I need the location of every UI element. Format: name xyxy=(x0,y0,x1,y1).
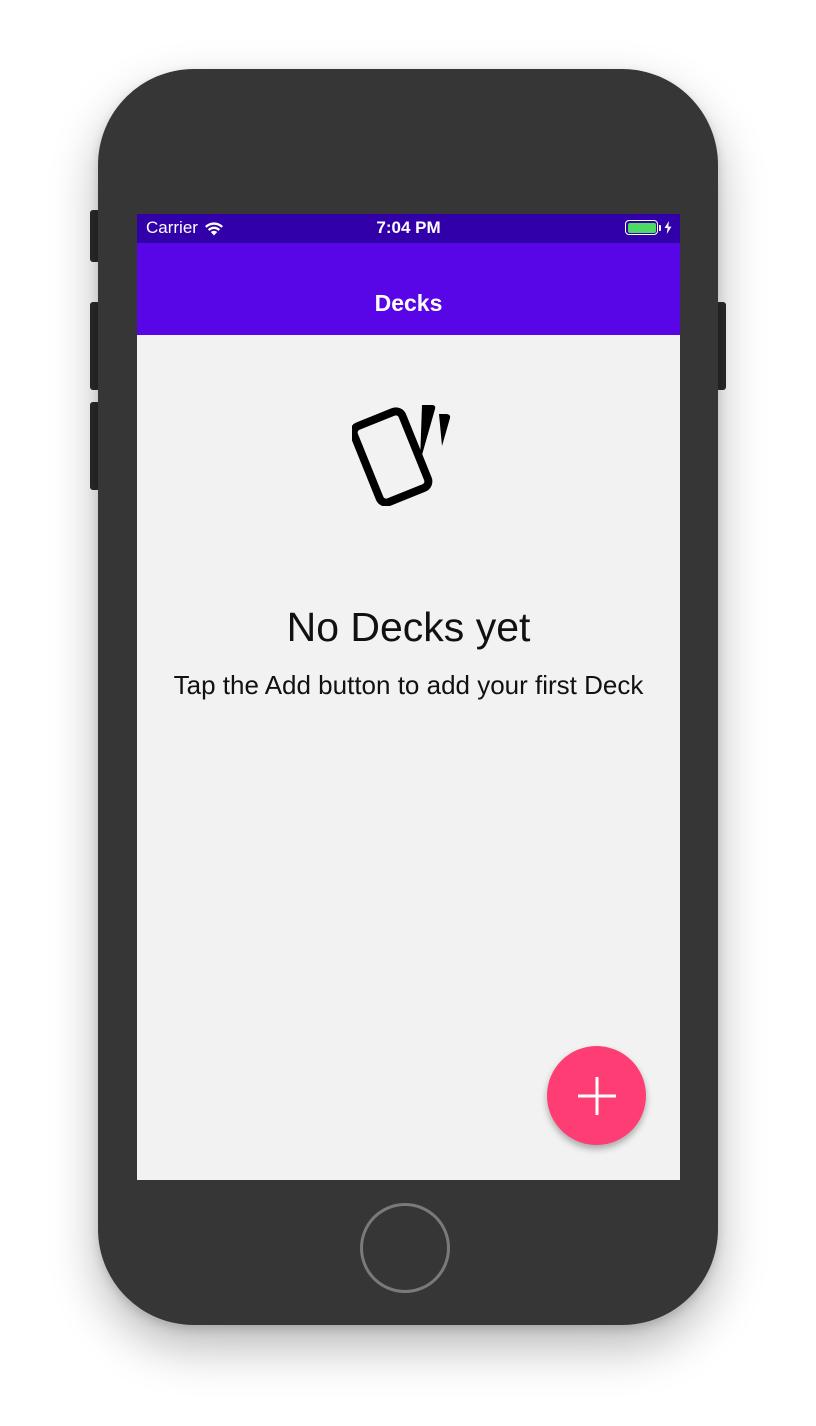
app-screen: Carrier 7:04 PM Decks No Decks yet Tap t… xyxy=(137,214,680,1180)
empty-state-title: No Decks yet xyxy=(286,604,531,650)
battery-indicator xyxy=(625,220,672,235)
page-title: Decks xyxy=(374,290,443,316)
battery-icon xyxy=(625,220,658,235)
add-deck-button[interactable] xyxy=(547,1046,646,1145)
empty-state-subtitle: Tap the Add button to add your first Dec… xyxy=(173,670,644,700)
cards-icon xyxy=(352,405,451,506)
home-button[interactable] xyxy=(360,1203,450,1293)
battery-level-fill xyxy=(627,222,656,233)
navigation-bar: Decks xyxy=(137,243,680,335)
simulator-stage: Carrier 7:04 PM Decks No Decks yet Tap t… xyxy=(0,0,816,1426)
battery-tip xyxy=(659,224,661,231)
status-bar: Carrier 7:04 PM xyxy=(137,214,680,243)
plus-icon xyxy=(577,1076,616,1115)
status-time: 7:04 PM xyxy=(376,218,441,237)
charging-bolt-icon xyxy=(664,221,672,234)
